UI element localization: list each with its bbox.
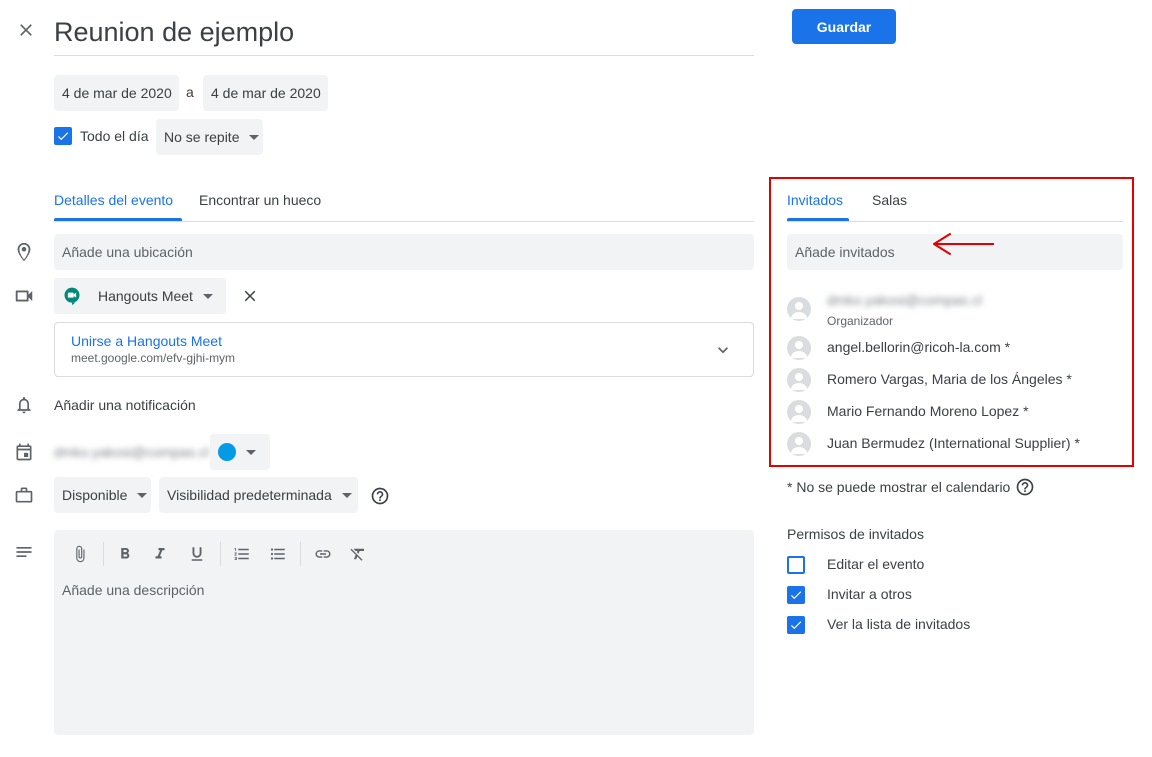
avatar [787, 336, 811, 360]
bold-icon[interactable] [111, 540, 139, 568]
numbered-list-icon[interactable] [228, 540, 256, 568]
attach-icon[interactable] [66, 540, 94, 568]
calendar-unavailable-note: * No se puede mostrar el calendario [787, 479, 1011, 495]
caret-down-icon [137, 492, 148, 498]
guest-role: Organizador [827, 314, 894, 328]
visibility-value: Visibilidad predeterminada [167, 487, 332, 503]
tabs-divider [787, 221, 1123, 222]
start-date-picker[interactable]: 4 de mar de 2020 [54, 75, 179, 111]
event-color-select[interactable] [210, 434, 270, 470]
tab-find-slot[interactable]: Encontrar un hueco [199, 192, 321, 208]
person-icon [791, 373, 807, 390]
tab-rooms[interactable]: Salas [872, 192, 907, 208]
video-camera-icon [12, 284, 36, 308]
event-title-input[interactable]: Reunion de ejemplo [54, 12, 754, 56]
briefcase-icon [12, 483, 36, 507]
hangouts-meet-logo-icon [62, 286, 82, 306]
close-icon[interactable] [12, 16, 40, 44]
toolbar-divider [103, 542, 104, 566]
description-editor[interactable]: Añade una descripción [54, 530, 754, 735]
guest-name: Mario Fernando Moreno Lopez * [827, 403, 1029, 419]
color-swatch [218, 443, 236, 461]
underline-icon[interactable] [183, 540, 211, 568]
help-icon[interactable] [1014, 476, 1036, 498]
avatar [787, 400, 811, 424]
caret-down-icon [249, 134, 260, 140]
conference-card: Unirse a Hangouts Meet meet.google.com/e… [54, 322, 754, 377]
join-meet-link[interactable]: Unirse a Hangouts Meet [71, 333, 222, 349]
meet-url: meet.google.com/efv-gjhi-mym [71, 351, 236, 365]
caret-down-icon [246, 449, 256, 455]
repeat-select[interactable]: No se repite [156, 119, 263, 155]
permission-label: Invitar a otros [827, 586, 912, 602]
caret-down-icon [341, 492, 352, 498]
add-notification-button[interactable]: Añadir una notificación [54, 397, 196, 413]
guest-name: Juan Bermudez (International Supplier) * [827, 435, 1080, 451]
bell-icon [12, 393, 36, 417]
guest-name: dmko.yakosi@compas.cl [827, 292, 983, 308]
caret-down-icon [202, 293, 213, 299]
tab-guests[interactable]: Invitados [787, 192, 843, 208]
avatar [787, 368, 811, 392]
repeat-value: No se repite [164, 129, 240, 145]
all-day-checkbox[interactable] [54, 127, 72, 145]
link-icon[interactable] [309, 540, 337, 568]
location-pin-icon [12, 240, 36, 264]
calendar-icon [12, 440, 36, 464]
visibility-select[interactable]: Visibilidad predeterminada [159, 477, 358, 513]
permission-label: Editar el evento [827, 556, 925, 572]
clear-format-icon[interactable] [344, 540, 372, 568]
tab-event-details[interactable]: Detalles del evento [54, 192, 173, 208]
tabs-divider [54, 221, 754, 222]
permission-label: Ver la lista de invitados [827, 616, 971, 632]
check-icon [57, 132, 69, 141]
avatar [787, 432, 811, 456]
guest-name: angel.bellorin@ricoh-la.com * [827, 339, 1011, 355]
person-icon [791, 341, 807, 358]
italic-icon[interactable] [146, 540, 174, 568]
permission-edit-checkbox[interactable] [787, 556, 805, 574]
red-arrow-annotation [928, 232, 998, 260]
bulleted-list-icon[interactable] [264, 540, 292, 568]
check-icon [790, 591, 802, 600]
person-icon [791, 302, 807, 319]
end-date-picker[interactable]: 4 de mar de 2020 [203, 75, 328, 111]
check-icon [790, 621, 802, 630]
remove-conference-icon[interactable] [238, 284, 262, 308]
permission-invite-checkbox[interactable] [787, 586, 805, 604]
all-day-label: Todo el día [80, 128, 149, 144]
help-icon[interactable] [369, 485, 391, 507]
guest-name: Romero Vargas, Maria de los Ángeles * [827, 371, 1072, 387]
availability-value: Disponible [62, 487, 128, 503]
person-icon [791, 405, 807, 422]
person-icon [791, 437, 807, 454]
avatar [787, 297, 811, 321]
availability-select[interactable]: Disponible [54, 477, 151, 513]
save-button[interactable]: Guardar [792, 9, 896, 44]
notes-icon [12, 540, 36, 564]
permissions-title: Permisos de invitados [787, 526, 924, 542]
conference-provider: Hangouts Meet [98, 288, 193, 304]
location-input[interactable]: Añade una ubicación [54, 234, 754, 270]
permission-see-list-checkbox[interactable] [787, 616, 805, 634]
conference-select[interactable]: Hangouts Meet [54, 278, 226, 314]
date-separator: a [186, 84, 194, 100]
toolbar-divider [300, 542, 301, 566]
calendar-owner: dmko.yakosi@compas.cl [54, 444, 210, 460]
description-placeholder: Añade una descripción [62, 582, 205, 598]
toolbar-divider [220, 542, 221, 566]
chevron-down-icon[interactable] [711, 338, 735, 362]
